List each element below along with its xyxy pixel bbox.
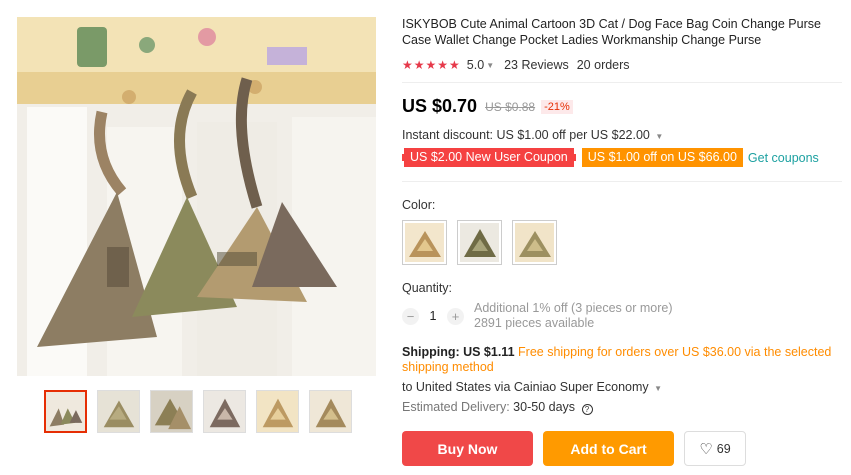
new-user-coupon[interactable]: US $2.00 New User Coupon bbox=[402, 148, 576, 167]
thumbnail-1[interactable] bbox=[44, 390, 87, 433]
shipping-price: Shipping: US $1.11 bbox=[402, 345, 515, 359]
quantity-label: Quantity: bbox=[402, 281, 453, 295]
product-main-image[interactable] bbox=[17, 17, 376, 376]
get-coupons-link[interactable]: Get coupons bbox=[748, 151, 819, 165]
quantity-input[interactable]: 1 bbox=[419, 309, 447, 323]
thumbnail-6[interactable] bbox=[309, 390, 352, 433]
available-pieces-text: 2891 pieces available bbox=[474, 316, 595, 330]
action-buttons: Buy Now Add to Cart ♡ 69 bbox=[402, 431, 746, 466]
chevron-down-icon: ▼ bbox=[486, 60, 495, 70]
shipping-destination-text: to United States via Cainiao Super Econo… bbox=[402, 380, 649, 394]
discount-badge: -21% bbox=[541, 99, 573, 114]
additional-discount-text: Additional 1% off (3 pieces or more) bbox=[474, 301, 673, 315]
reviews-link[interactable]: 23 Reviews bbox=[504, 58, 569, 72]
orders-count: 20 orders bbox=[576, 58, 630, 72]
divider bbox=[402, 82, 842, 83]
product-photo bbox=[17, 17, 376, 376]
original-price: US $0.88 bbox=[485, 99, 536, 114]
wishlist-count: 69 bbox=[716, 441, 731, 456]
rating-value[interactable]: 5.0 bbox=[467, 58, 484, 72]
divider bbox=[402, 181, 842, 182]
thumbnail-strip bbox=[44, 390, 352, 433]
estimated-delivery: Estimated Delivery: 30-50 days ? bbox=[402, 400, 842, 415]
heart-icon: ♡ bbox=[699, 440, 713, 458]
delivery-value: 30-50 days bbox=[513, 400, 576, 414]
color-swatch-2[interactable] bbox=[457, 220, 502, 265]
thumbnail-5[interactable] bbox=[256, 390, 299, 433]
wishlist-button[interactable]: ♡ 69 bbox=[684, 431, 746, 466]
add-to-cart-button[interactable]: Add to Cart bbox=[543, 431, 674, 466]
thumbnail-3[interactable] bbox=[150, 390, 193, 433]
store-coupon[interactable]: US $1.00 off on US $66.00 bbox=[581, 148, 743, 167]
price-row: US $0.70 US $0.88 -21% bbox=[402, 96, 842, 117]
quantity-decrease-button[interactable]: − bbox=[402, 308, 419, 325]
delivery-label: Estimated Delivery: bbox=[402, 400, 510, 414]
rating-row: ★★★★★ 5.0 ▼ 23 Reviews 20 orders bbox=[402, 58, 842, 72]
shipping-info: Shipping: US $1.11 Free shipping for ord… bbox=[402, 345, 842, 375]
chevron-down-icon: ▼ bbox=[655, 132, 664, 141]
instant-discount[interactable]: Instant discount: US $1.00 off per US $2… bbox=[402, 128, 842, 142]
shipping-destination[interactable]: to United States via Cainiao Super Econo… bbox=[402, 380, 842, 394]
quantity-stepper: − 1 + Additional 1% off (3 pieces or mor… bbox=[402, 301, 842, 331]
instant-discount-text: Instant discount: US $1.00 off per US $2… bbox=[402, 128, 650, 142]
color-swatch-1[interactable] bbox=[402, 220, 447, 265]
quantity-increase-button[interactable]: + bbox=[447, 308, 464, 325]
color-label: Color: bbox=[402, 198, 436, 212]
thumbnail-4[interactable] bbox=[203, 390, 246, 433]
buy-now-button[interactable]: Buy Now bbox=[402, 431, 533, 466]
product-info: ISKYBOB Cute Animal Cartoon 3D Cat / Dog… bbox=[402, 16, 842, 415]
product-title: ISKYBOB Cute Animal Cartoon 3D Cat / Dog… bbox=[402, 17, 821, 47]
current-price: US $0.70 bbox=[402, 96, 478, 116]
coupon-row: US $2.00 New User Coupon US $1.00 off on… bbox=[402, 148, 842, 167]
help-icon[interactable]: ? bbox=[581, 404, 593, 415]
thumbnail-2[interactable] bbox=[97, 390, 140, 433]
color-swatches bbox=[402, 220, 842, 265]
quantity-notes: Additional 1% off (3 pieces or more) 289… bbox=[474, 301, 672, 331]
star-rating-icon: ★★★★★ bbox=[402, 58, 461, 72]
chevron-down-icon: ▼ bbox=[654, 384, 663, 393]
color-swatch-3[interactable] bbox=[512, 220, 557, 265]
